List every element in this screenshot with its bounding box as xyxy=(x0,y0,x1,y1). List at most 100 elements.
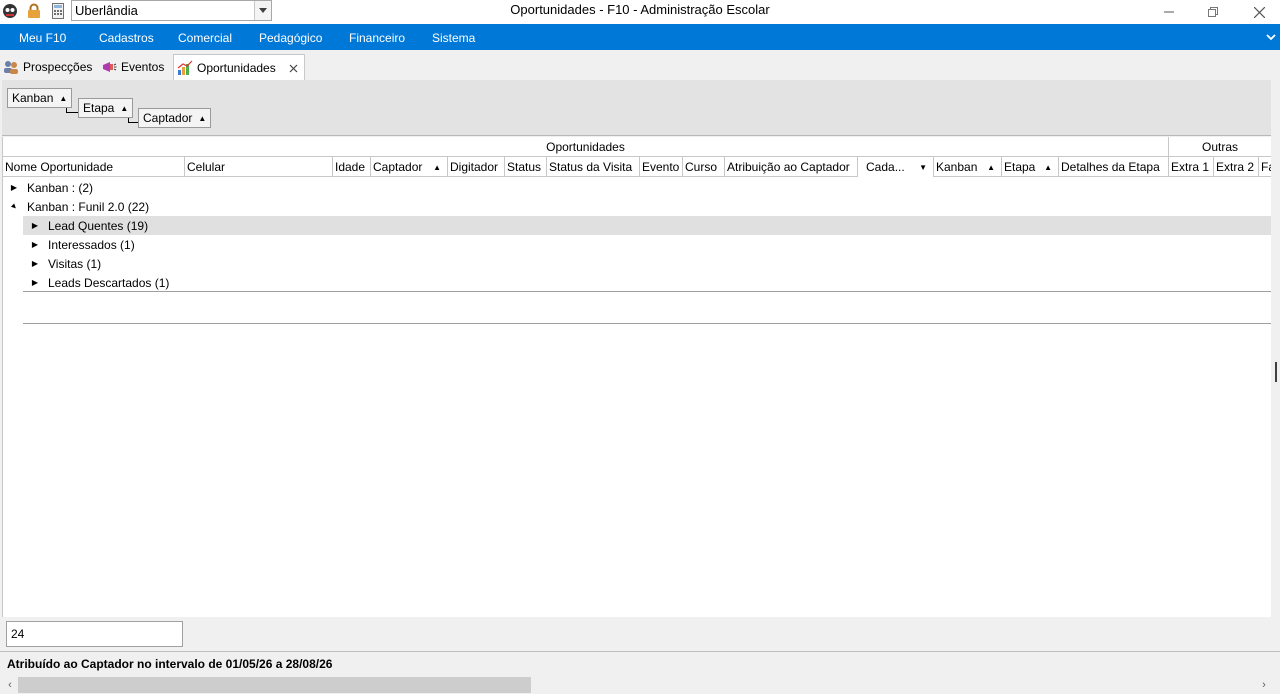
scrollbar-thumb[interactable] xyxy=(18,677,531,693)
col-extra-2[interactable]: Extra 2 xyxy=(1214,157,1259,177)
band-outras[interactable]: Outras xyxy=(1169,137,1272,157)
group-captador[interactable]: Captador ▲ xyxy=(138,108,212,128)
group-row[interactable]: ▼ Kanban : Funil 2.0 (22) xyxy=(3,197,1272,216)
column-header-row: Nome Oportunidade Celular Idade Captador… xyxy=(3,157,1272,177)
col-label: Nome Oportunidade xyxy=(5,160,114,174)
restore-button[interactable] xyxy=(1190,0,1236,24)
col-celular[interactable]: Celular xyxy=(185,157,333,177)
sort-asc-icon: ▲ xyxy=(120,103,129,113)
col-etapa[interactable]: Etapa ▲ xyxy=(1002,157,1059,177)
horizontal-scrollbar[interactable]: ‹ › xyxy=(0,676,1280,694)
scroll-left-icon[interactable]: ‹ xyxy=(2,677,18,693)
status-divider xyxy=(0,651,1280,652)
group-row[interactable]: ▶ Lead Quentes (19) xyxy=(23,216,1272,235)
col-label: Status xyxy=(507,160,542,174)
group-row[interactable]: ▶ Interessados (1) xyxy=(23,235,1272,254)
col-label: Status da Visita xyxy=(549,160,633,174)
splitter-bar[interactable] xyxy=(1271,50,1280,676)
tab-label: Oportunidades xyxy=(197,60,276,75)
expand-arrow-icon[interactable]: ▶ xyxy=(30,221,40,230)
col-status[interactable]: Status xyxy=(505,157,547,177)
record-count-field[interactable]: 24 xyxy=(6,621,183,647)
col-label: Captador xyxy=(373,160,423,174)
col-curso[interactable]: Curso xyxy=(683,157,725,177)
sort-desc-icon: ▼ xyxy=(919,162,927,172)
tab-oportunidades[interactable]: Oportunidades xyxy=(173,54,305,80)
group-connector xyxy=(66,108,78,113)
sort-asc-icon: ▲ xyxy=(987,162,995,172)
group-row-label: Interessados (1) xyxy=(48,237,135,252)
col-label: Etapa xyxy=(1004,160,1036,174)
expand-arrow-icon[interactable]: ▶ xyxy=(30,278,40,287)
title-bar: Uberlândia Oportunidades - F10 - Adminis… xyxy=(0,0,1280,24)
col-cadastro[interactable]: Cada... ▼ xyxy=(858,157,934,177)
scroll-right-icon[interactable]: › xyxy=(1256,677,1272,693)
group-row[interactable]: ▶ Kanban : (2) xyxy=(3,178,1272,197)
col-atribuicao-captador[interactable]: Atribuição ao Captador xyxy=(725,157,858,177)
close-icon[interactable] xyxy=(289,62,298,76)
menu-financeiro[interactable]: Financeiro xyxy=(349,31,405,45)
group-row[interactable]: ▶ Leads Descartados (1) xyxy=(23,273,1272,292)
group-by-panel: Kanban ▲ Etapa ▲ Captador ▲ xyxy=(2,80,1271,136)
band-oportunidades[interactable]: Oportunidades xyxy=(3,137,1169,157)
col-label: Kanban xyxy=(936,160,978,174)
col-nome-oportunidade[interactable]: Nome Oportunidade xyxy=(3,157,185,177)
group-divider xyxy=(23,291,1272,292)
col-detalhes-etapa[interactable]: Detalhes da Etapa xyxy=(1059,157,1169,177)
band-header-row: Oportunidades Outras xyxy=(3,137,1272,157)
col-label: Extra 2 xyxy=(1216,160,1255,174)
minimize-button[interactable] xyxy=(1146,0,1192,24)
menu-cadastros[interactable]: Cadastros xyxy=(99,31,154,45)
col-label: Atribuição ao Captador xyxy=(727,160,850,174)
col-label: Evento xyxy=(642,160,680,174)
close-button[interactable] xyxy=(1236,0,1280,24)
col-digitador[interactable]: Digitador xyxy=(448,157,505,177)
tab-prospeccoes[interactable]: Prospecções xyxy=(3,54,92,80)
col-kanban[interactable]: Kanban ▲ xyxy=(934,157,1002,177)
group-row[interactable]: ▶ Visitas (1) xyxy=(23,254,1272,273)
document-tabs: Prospecções Eventos Oportunidades xyxy=(0,50,1280,80)
col-idade[interactable]: Idade xyxy=(333,157,371,177)
expand-arrow-icon[interactable]: ▶ xyxy=(30,259,40,268)
group-row-label: Visitas (1) xyxy=(48,256,102,271)
sort-asc-icon: ▲ xyxy=(198,113,207,123)
opportunities-grid: Oportunidades Outras Nome Oportunidade C… xyxy=(2,137,1272,617)
group-label: Captador xyxy=(143,111,193,125)
chart-icon xyxy=(177,60,193,76)
menu-comercial[interactable]: Comercial xyxy=(178,31,232,45)
sort-asc-icon: ▲ xyxy=(1044,162,1052,172)
people-search-icon xyxy=(3,59,19,75)
megaphone-icon xyxy=(101,59,117,75)
col-captador[interactable]: Captador ▲ xyxy=(371,157,448,177)
menu-bar: Meu F10 Cadastros Comercial Pedagógico F… xyxy=(0,24,1280,50)
col-label: Curso xyxy=(685,160,718,174)
tab-label: Eventos xyxy=(121,60,165,74)
tab-label: Prospecções xyxy=(23,60,93,74)
group-label: Etapa xyxy=(83,101,115,115)
splitter-grip-icon xyxy=(1275,362,1277,382)
group-row-label: Kanban : Funil 2.0 (22) xyxy=(27,199,150,214)
filter-status-text: Atribuído ao Captador no intervalo de 01… xyxy=(7,657,333,671)
group-row-label: Leads Descartados (1) xyxy=(48,275,170,290)
group-row-label: Kanban : (2) xyxy=(27,180,94,195)
tab-eventos[interactable]: Eventos xyxy=(101,54,164,80)
menu-sistema[interactable]: Sistema xyxy=(432,31,475,45)
sort-asc-icon: ▲ xyxy=(433,162,441,172)
expand-arrow-icon[interactable]: ▶ xyxy=(30,240,40,249)
group-row-label: Lead Quentes (19) xyxy=(48,218,149,233)
col-label: Cada... xyxy=(866,160,905,174)
col-extra-1[interactable]: Extra 1 xyxy=(1169,157,1214,177)
group-etapa[interactable]: Etapa ▲ xyxy=(78,98,134,118)
menu-meu-f10[interactable]: Meu F10 xyxy=(19,31,66,45)
col-label: Digitador xyxy=(450,160,499,174)
menu-pedagogico[interactable]: Pedagógico xyxy=(259,31,322,45)
col-evento[interactable]: Evento xyxy=(640,157,683,177)
col-status-visita[interactable]: Status da Visita xyxy=(547,157,640,177)
col-label: Celular xyxy=(187,160,226,174)
expand-arrow-icon[interactable]: ▶ xyxy=(9,183,19,192)
col-label: Detalhes da Etapa xyxy=(1061,160,1160,174)
chevron-down-icon[interactable] xyxy=(1266,30,1276,44)
group-kanban[interactable]: Kanban ▲ xyxy=(7,88,73,108)
collapse-arrow-icon[interactable]: ▼ xyxy=(7,200,20,213)
sort-asc-icon: ▲ xyxy=(59,93,68,103)
